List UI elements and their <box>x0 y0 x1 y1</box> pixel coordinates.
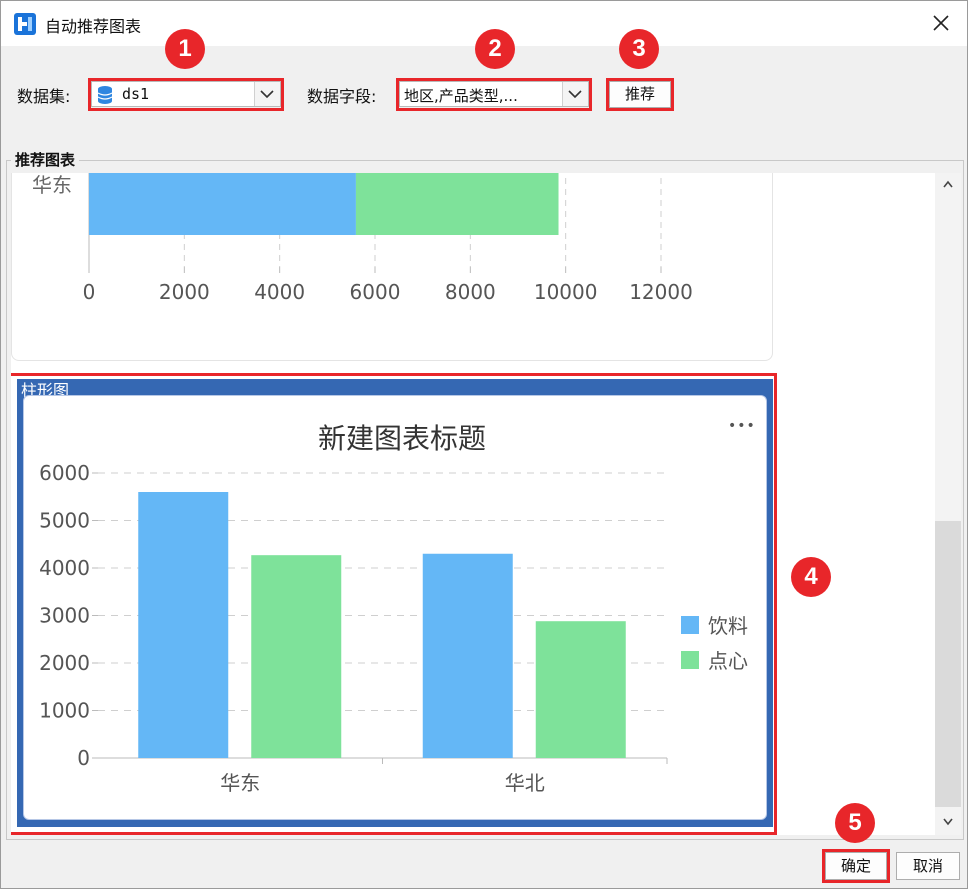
dataset-dropdown-arrow[interactable] <box>254 82 280 106</box>
tick-label: 1000 <box>39 699 90 723</box>
chart-title: 新建图表标题 <box>318 422 486 455</box>
tick-label: 0 <box>83 280 96 304</box>
legend-swatch <box>681 651 699 669</box>
dataset-value: ds1 <box>122 85 150 103</box>
column-chart: 新建图表标题 0 1000 2000 3000 4000 5000 6000 华东 华北 饮料点心 <box>39 422 748 795</box>
legend-swatch <box>681 616 699 634</box>
legend-label: 点心 <box>708 649 748 673</box>
chevron-down-icon <box>260 90 274 99</box>
app-logo-icon <box>14 13 36 35</box>
tick-label: 2000 <box>159 280 210 304</box>
tick-label: 4000 <box>39 556 90 580</box>
tick-label: 5000 <box>39 509 90 533</box>
step-badge-1: 1 <box>165 29 205 69</box>
field-label: 数据字段: <box>307 87 377 106</box>
legend-label: 饮料 <box>708 614 748 638</box>
dataset-select[interactable]: ds1 <box>91 81 281 107</box>
tick-label: 4000 <box>254 280 305 304</box>
tick-label: 6000 <box>350 280 401 304</box>
toolbar-row: 数据集: ds1 数据字段: 地区,产品类型,... 推荐 <box>1 78 967 111</box>
bar-点心-华北 <box>535 621 626 758</box>
chevron-down-icon <box>568 90 582 99</box>
stacked-bar-chart: 020004000600080001000012000华东点心 <box>32 173 693 304</box>
scrollbar-thumb[interactable] <box>935 521 961 807</box>
column-chart-card[interactable]: 新建图表标题 0 1000 2000 3000 4000 5000 6000 华东 华北 饮料 点心 … <box>23 395 767 820</box>
bar-点心-华东 <box>251 555 342 758</box>
tick-label: 3000 <box>39 604 90 628</box>
tick-label: 8000 <box>445 280 496 304</box>
tick-label: 0 <box>77 746 90 770</box>
bar-饮料-华北 <box>422 553 513 758</box>
step-badge-5: 5 <box>835 803 875 843</box>
tick-label: 6000 <box>39 461 90 485</box>
step-badge-3: 3 <box>619 29 659 69</box>
category-label: 华东 <box>32 173 72 197</box>
tick-label: 2000 <box>39 651 90 675</box>
category-label: 华北 <box>505 771 545 795</box>
dialog-window: 自动推荐图表 1 2 3 数据集: ds1 数据字段: 地区,产品类型,... <box>0 0 968 889</box>
bar-饮料-华东 <box>138 492 229 758</box>
close-icon[interactable] <box>929 11 953 35</box>
chart-list-scroll-area[interactable]: 020004000600080001000012000华东点心 柱形图 新建图表… <box>11 173 935 835</box>
group-title: 推荐图表 <box>11 149 80 170</box>
step-badge-2: 2 <box>475 29 515 69</box>
database-icon <box>97 86 113 104</box>
bar-饮料 <box>89 173 356 235</box>
scroll-down-icon[interactable] <box>942 817 954 827</box>
scroll-up-icon[interactable] <box>942 179 954 189</box>
field-select[interactable]: 地区,产品类型,... <box>399 81 589 107</box>
column-chart-selected-panel[interactable]: 柱形图 新建图表标题 0 1000 2000 3000 4000 5000 6000 华东 华北饮… <box>17 379 773 827</box>
field-value: 地区,产品类型,... <box>404 87 518 105</box>
ok-button[interactable]: 确定 <box>825 852 887 880</box>
category-label: 华东 <box>220 771 260 795</box>
tick-label: 12000 <box>629 280 693 304</box>
cancel-button[interactable]: 取消 <box>896 852 960 880</box>
recommend-button[interactable]: 推荐 <box>609 81 671 108</box>
step-badge-4: 4 <box>791 557 831 597</box>
tick-label: 10000 <box>534 280 598 304</box>
field-dropdown-arrow[interactable] <box>562 82 588 106</box>
stacked-bar-chart-card[interactable]: 020004000600080001000012000华东点心 <box>11 173 773 361</box>
vertical-scrollbar[interactable] <box>935 173 961 835</box>
more-icon[interactable]: ••• <box>728 418 756 434</box>
window-title: 自动推荐图表 <box>45 17 142 36</box>
dataset-label: 数据集: <box>17 87 71 106</box>
bar-点心 <box>355 173 559 235</box>
